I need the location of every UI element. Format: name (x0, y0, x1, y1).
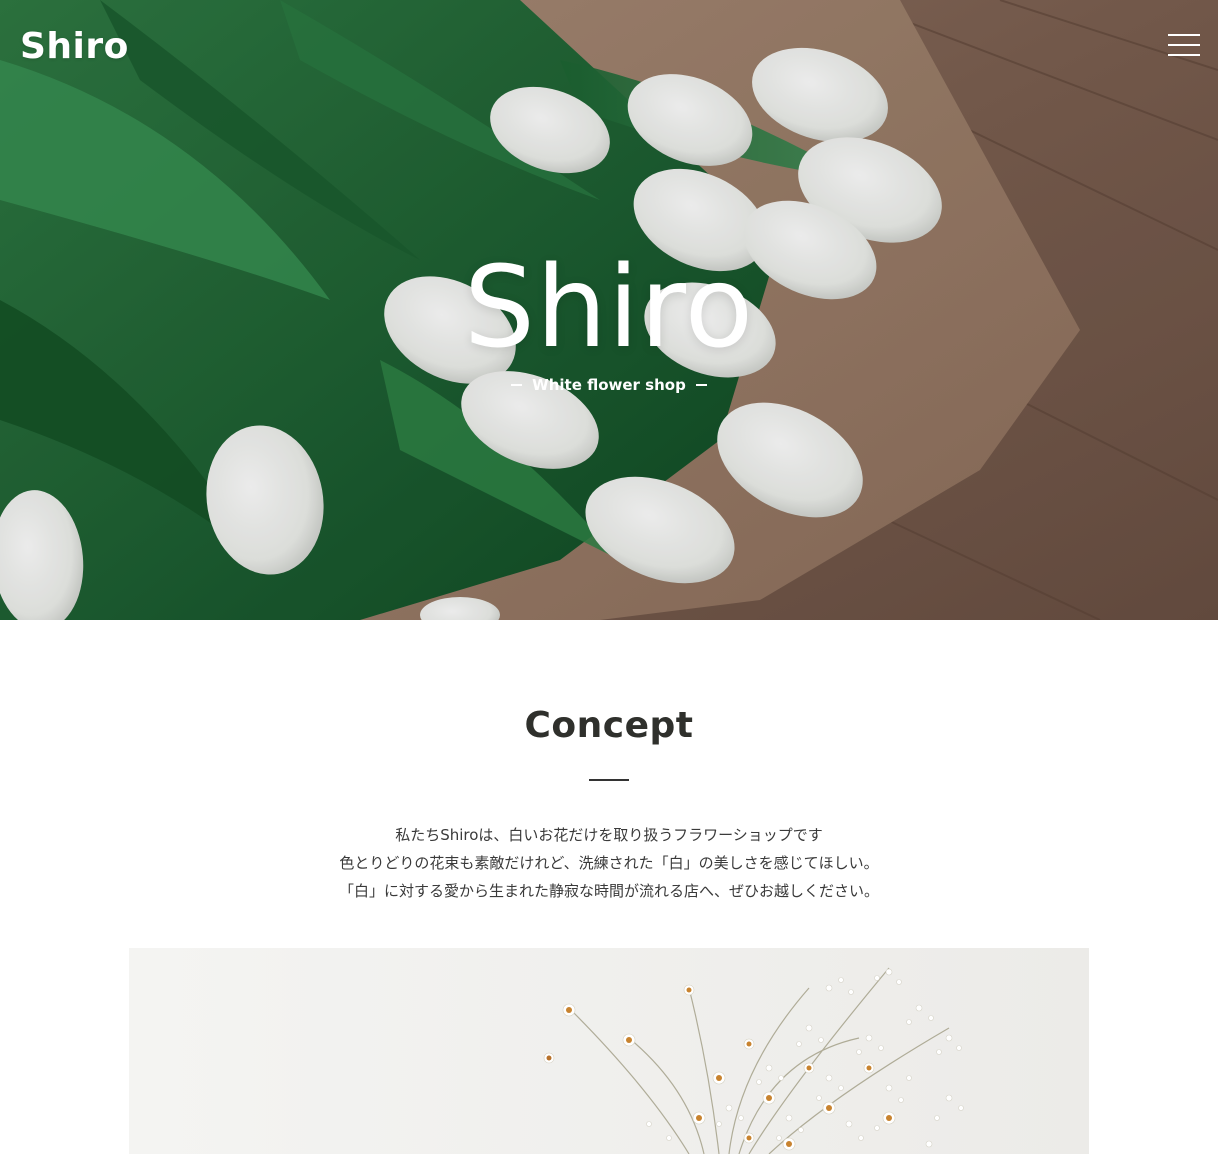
menu-line (1168, 54, 1200, 56)
concept-divider (589, 779, 629, 781)
hamburger-menu-icon[interactable] (1168, 32, 1200, 58)
concept-line: 「白」に対する愛から生まれた静寂な時間が流れる店へ、ぜひお越しください。 (338, 881, 879, 900)
dash-left (511, 384, 523, 386)
concept-text: 私たちShiroは、白いお花だけを取り扱うフラワーショップです 色とりどりの花束… (0, 821, 1218, 905)
menu-line (1168, 44, 1200, 46)
site-logo[interactable]: Shiro (20, 26, 129, 67)
hero-section: Shiro Shiro White flower shop (0, 0, 1218, 620)
hero-title-block: Shiro White flower shop (0, 248, 1218, 394)
concept-section: Concept 私たちShiroは、白いお花だけを取り扱うフラワーショップです … (0, 620, 1218, 1154)
menu-line (1168, 34, 1200, 36)
concept-line: 色とりどりの花束も素敵だけれど、洗練された「白」の美しさを感じてほしい。 (339, 853, 879, 872)
hero-title: Shiro (463, 243, 755, 373)
hero-subtitle-row: White flower shop (511, 376, 707, 394)
hero-subtitle: White flower shop (532, 376, 686, 394)
dash-right (695, 384, 707, 386)
concept-line: 私たちShiroは、白いお花だけを取り扱うフラワーショップです (395, 825, 823, 844)
concept-photo (129, 948, 1089, 1154)
concept-heading: Concept (524, 705, 694, 746)
